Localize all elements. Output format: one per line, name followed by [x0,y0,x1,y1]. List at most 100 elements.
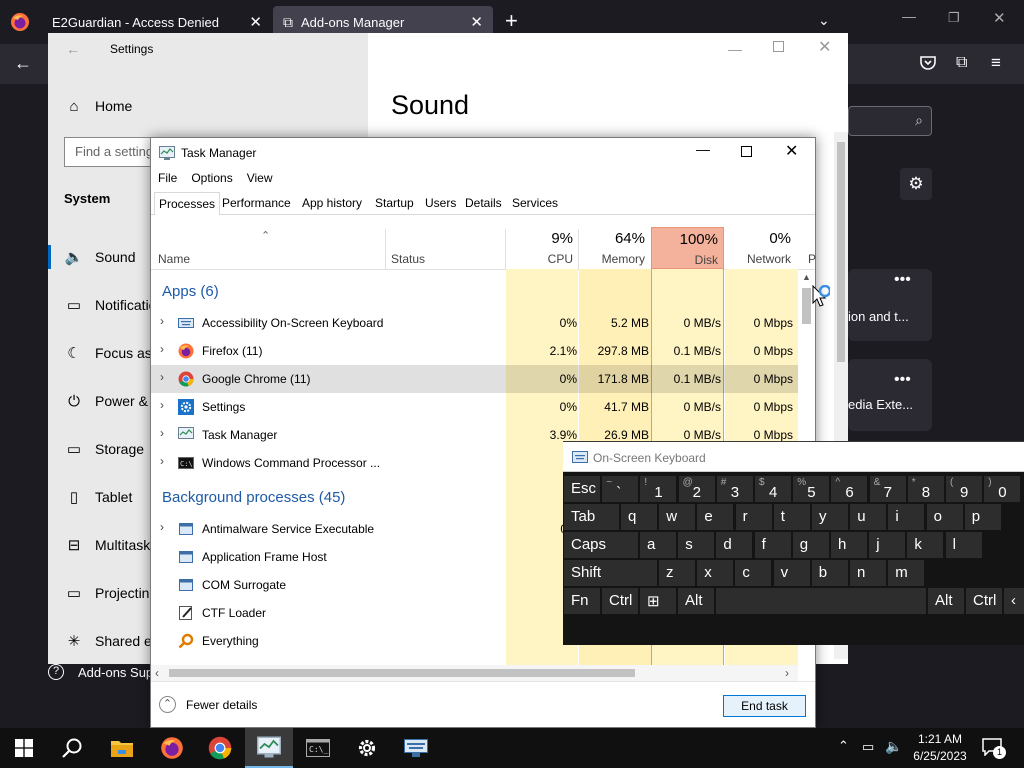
tab-details[interactable]: Details [461,192,506,214]
restore-icon[interactable]: ❐ [948,10,960,26]
osk-key-8[interactable]: * 8 [907,476,944,502]
close-window-icon[interactable]: ✕ [993,9,1006,27]
close-icon[interactable]: ✕ [818,37,831,57]
tab-startup[interactable]: Startup [371,192,418,214]
table-row[interactable]: › Accessibility On-Screen Keyboard 0% 5.… [151,309,798,337]
scrollbar-thumb[interactable] [837,142,845,362]
osk-key-r[interactable]: r [735,504,772,530]
osk-key-m[interactable]: m [888,560,925,586]
firefox-icon[interactable] [10,12,30,32]
scroll-right-icon[interactable]: › [785,666,789,680]
chevron-up-icon[interactable]: ⌃ [838,738,849,754]
minimize-icon[interactable]: — [728,41,742,57]
table-row-selected[interactable]: › Google Chrome (11) 0% 171.8 MB 0.1 MB/… [151,365,798,393]
osk-key-ctrl[interactable]: Ctrl [602,588,638,614]
search-icon[interactable] [48,728,96,768]
home-nav-item[interactable]: ⌂ Home [48,82,368,130]
osk-key-u[interactable]: u [850,504,887,530]
osk-key-n[interactable]: n [850,560,886,586]
expand-chevron-icon[interactable]: › [160,342,164,356]
osk-key-x[interactable]: x [697,560,734,586]
column-power[interactable]: P [808,252,816,266]
maximize-icon[interactable] [741,146,752,157]
osk-key-l[interactable]: l [945,532,982,558]
close-icon[interactable]: ✕ [785,141,798,161]
chrome-taskbar-icon[interactable] [196,728,244,768]
osk-key-shift[interactable]: Shift [564,560,657,586]
firefox-taskbar-icon[interactable] [148,728,196,768]
maximize-icon[interactable] [773,41,784,52]
osk-key-7[interactable]: & 7 [869,476,906,502]
osk-key-`[interactable]: ~ ` [602,476,639,502]
osk-key-0[interactable]: ) 0 [984,476,1021,502]
osk-key-4[interactable]: $4 [755,476,791,502]
tab-performance[interactable]: Performance [218,192,295,214]
back-icon[interactable]: ← [14,53,32,74]
notification-icon[interactable]: 1 [982,738,1006,759]
osk-key-tab[interactable]: Tab [564,504,619,530]
osk-key-ctrl[interactable]: Ctrl [966,588,1002,614]
osk-key-b[interactable]: b [811,560,848,586]
osk-key-p[interactable]: p [964,504,1001,530]
osk-key-v[interactable]: v [773,560,810,586]
chevron-down-icon[interactable]: ⌄ [818,12,830,29]
osk-key-z[interactable]: z [659,560,695,586]
addon-card[interactable]: ••• ion and t... [848,269,932,341]
gear-icon[interactable]: ⚙ [900,168,932,200]
osk-key-caps[interactable]: Caps [564,532,638,558]
osk-key-alt[interactable]: Alt [678,588,714,614]
osk-key-e[interactable]: e [697,504,734,530]
close-icon[interactable]: ✕ [249,13,262,31]
settings-taskbar-icon[interactable] [343,728,391,768]
osk-key-k[interactable]: k [907,532,944,558]
table-row[interactable]: › Settings 0% 41.7 MB 0 MB/s 0 Mbps [151,393,798,421]
osk-key-s[interactable]: s [678,532,715,558]
scroll-left-icon[interactable]: ‹ [155,666,159,680]
osk-key-fn[interactable]: Fn [564,588,600,614]
scroll-up-icon[interactable]: ▲ [802,272,811,282]
column-disk[interactable]: 100% Disk [651,227,724,269]
pocket-icon[interactable] [919,54,937,72]
menu-options[interactable]: Options [191,171,232,185]
file-explorer-icon[interactable] [98,728,146,768]
expand-chevron-icon[interactable]: › [160,454,164,468]
osk-key-h[interactable]: h [831,532,867,558]
osk-key-space[interactable] [716,588,926,614]
osk-key-9[interactable]: (9 [946,476,982,502]
scrollbar-thumb[interactable] [169,669,635,677]
osk-key-5[interactable]: % 5 [793,476,830,502]
addons-search-input[interactable]: ⌕ [848,106,932,136]
more-icon[interactable]: ••• [894,371,911,389]
menu-view[interactable]: View [247,171,273,185]
left-arrow-key[interactable]: ‹ [1004,588,1024,614]
new-tab-button[interactable]: + [505,8,518,34]
cmd-taskbar-icon[interactable]: C:\_ [294,728,342,768]
more-icon[interactable]: ••• [894,271,911,289]
osk-key-6[interactable]: ^ 6 [831,476,868,502]
column-status[interactable]: Status [391,252,425,266]
menu-file[interactable]: File [158,171,177,185]
minimize-icon[interactable]: — [696,141,710,157]
osk-key-esc[interactable]: Esc [564,476,600,502]
osk-key-t[interactable]: t [773,504,810,530]
osk-taskbar-icon[interactable] [392,728,440,768]
expand-chevron-icon[interactable]: › [160,370,164,384]
minimize-icon[interactable]: — [902,8,916,24]
addon-card[interactable]: ••• edia Exte... [848,359,932,431]
expand-chevron-icon[interactable]: › [160,520,164,534]
osk-key-w[interactable]: w [659,504,696,530]
osk-key-j[interactable]: j [869,532,906,558]
horizontal-scrollbar[interactable]: ‹ › [151,665,798,681]
tab-app-history[interactable]: App history [298,192,366,214]
start-button[interactable] [0,728,48,768]
osk-key-d[interactable]: d [716,532,753,558]
osk-key-2[interactable]: @2 [678,476,715,502]
expand-chevron-icon[interactable]: › [160,426,164,440]
task-manager-taskbar-icon[interactable] [245,728,293,768]
close-icon[interactable]: ✕ [470,13,483,31]
column-memory[interactable]: 64% Memory [579,229,649,269]
column-network[interactable]: 0% Network [725,229,795,269]
osk-key-alt[interactable]: Alt [928,588,964,614]
osk-key-i[interactable]: i [888,504,925,530]
column-name[interactable]: Name [158,252,190,266]
